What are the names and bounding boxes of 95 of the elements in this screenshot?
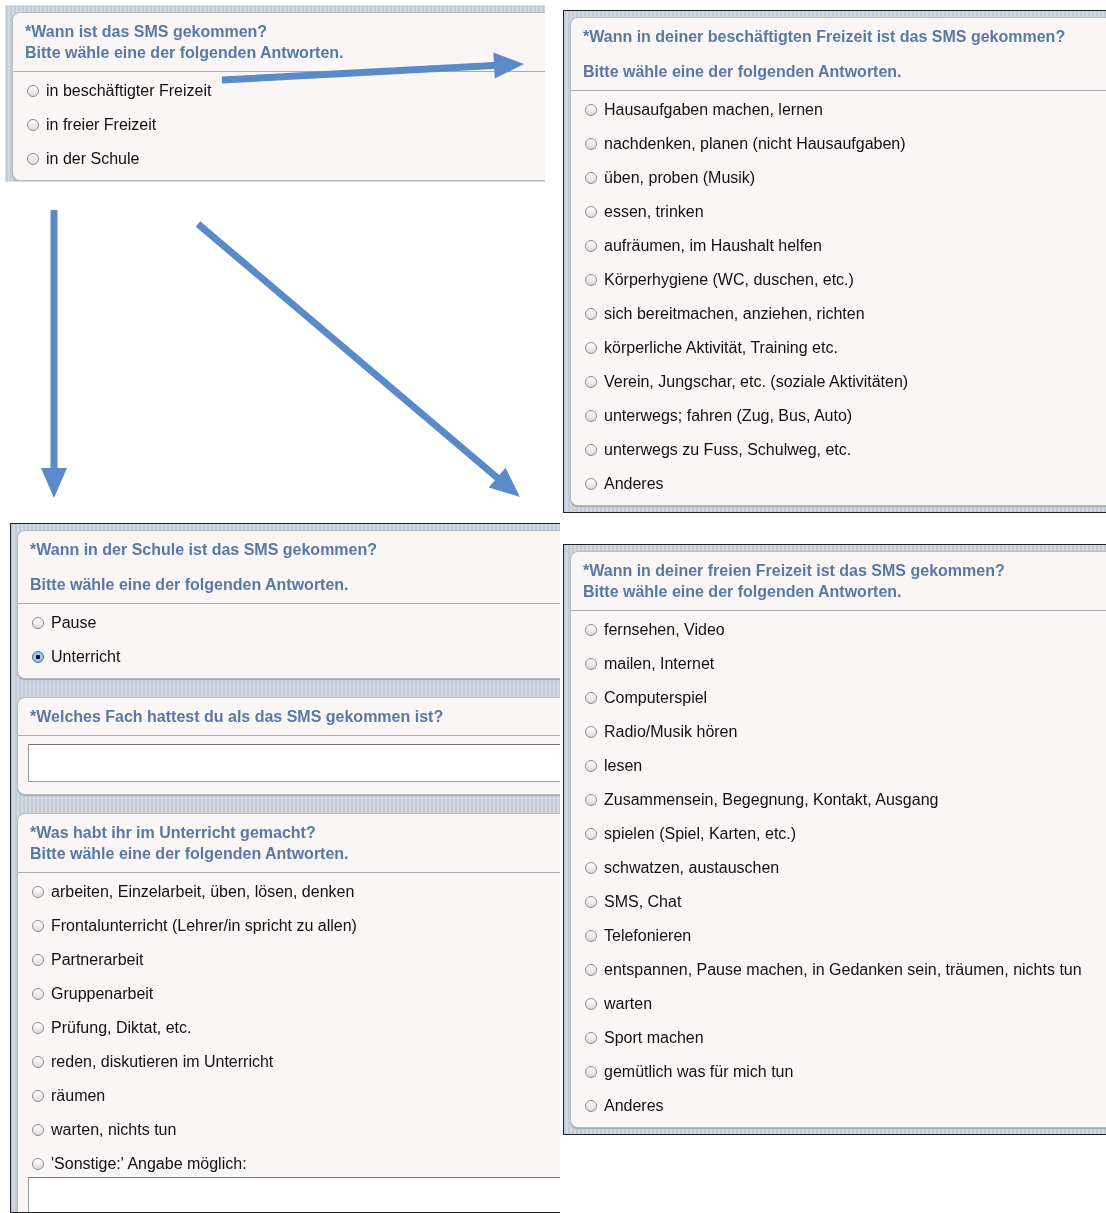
radio-button[interactable] [32, 1157, 44, 1170]
radio-button[interactable] [32, 1089, 44, 1102]
question-title: Bitte wähle eine der folgenden Antworten. [583, 62, 903, 82]
question-title: Bitte wähle eine der folgenden Antworten. [583, 582, 903, 602]
radio-button[interactable] [585, 274, 597, 286]
radio-button[interactable] [32, 616, 44, 629]
input-field[interactable] [28, 743, 560, 782]
radio-button[interactable] [585, 376, 597, 388]
option-label[interactable]: entspannen, Pause machen, in Gedanken sein, träumen, nichts tun [604, 961, 1082, 979]
option-label[interactable]: unterwegs; fahren (Zug, Bus, Auto) [604, 407, 853, 425]
option-label[interactable]: Computerspiel [604, 689, 708, 707]
option-label[interactable]: in der Schule [46, 150, 140, 168]
radio-button[interactable] [585, 998, 597, 1010]
radio-button[interactable] [585, 138, 597, 150]
radio-button[interactable] [585, 964, 597, 976]
option-label[interactable]: sich bereitmachen, anziehen, richten [604, 305, 865, 323]
radio-button[interactable] [585, 104, 597, 116]
option-label[interactable]: lesen [604, 757, 643, 775]
option-label[interactable]: in freier Freizeit [46, 116, 157, 134]
option-label[interactable]: arbeiten, Einzelarbeit, üben, lösen, denken [51, 882, 355, 901]
option-label[interactable]: Anderes [604, 1097, 664, 1115]
option-label[interactable]: Unterricht [51, 647, 121, 666]
radio-button[interactable] [585, 1032, 597, 1044]
option-label[interactable]: Partnerarbeit [51, 950, 144, 969]
question-title: *Wann in der Schule ist das SMS gekommen? [30, 539, 379, 560]
radio-button[interactable] [585, 828, 597, 840]
radio-button[interactable] [585, 444, 597, 456]
radio-button[interactable] [585, 308, 597, 320]
option-label[interactable]: SMS, Chat [604, 893, 682, 911]
radio-button[interactable] [585, 1066, 597, 1078]
radio-button[interactable] [585, 206, 597, 218]
option-label[interactable]: Körperhygiene (WC, duschen, etc.) [604, 271, 854, 289]
question-title: *Wann ist das SMS gekommen? [25, 22, 269, 42]
radio-button[interactable] [585, 760, 597, 772]
radio-button[interactable] [585, 658, 597, 670]
input-field[interactable] [28, 1176, 560, 1212]
radio-button[interactable] [585, 172, 597, 184]
question-title: *Was habt ihr im Unterricht gemacht? [30, 822, 317, 843]
option-label[interactable]: fernsehen, Video [604, 621, 725, 639]
radio-button[interactable] [32, 1123, 44, 1136]
option-label[interactable]: warten [604, 995, 653, 1013]
radio-button[interactable] [585, 240, 597, 252]
option-label[interactable]: gemütlich was für mich tun [604, 1063, 794, 1081]
question-title: Bitte wähle eine der folgenden Antworten. [30, 574, 350, 595]
option-label[interactable]: Sport machen [604, 1029, 704, 1047]
radio-button[interactable] [32, 650, 44, 663]
option-label[interactable]: Verein, Jungschar, etc. (soziale Aktivitäten) [604, 373, 909, 391]
question-title: Bitte wähle eine der folgenden Antworten. [30, 843, 350, 864]
question-title: *Wann in deiner freien Freizeit ist das SMS gekommen? [583, 561, 1006, 581]
radio-button[interactable] [32, 1055, 44, 1068]
option-label[interactable]: nachdenken, planen (nicht Hausaufgaben) [604, 135, 906, 153]
radio-button[interactable] [585, 794, 597, 806]
option-label[interactable]: in beschäftigter Freizeit [46, 82, 212, 100]
radio-button[interactable] [585, 478, 597, 490]
radio-button[interactable] [585, 624, 597, 636]
option-label[interactable]: Gruppenarbeit [51, 984, 154, 1003]
question-title: Bitte wähle eine der folgenden Antworten. [25, 43, 345, 63]
radio-button[interactable] [585, 410, 597, 422]
option-label[interactable]: reden, diskutieren im Unterricht [51, 1052, 274, 1071]
option-label[interactable]: unterwegs zu Fuss, Schulweg, etc. [604, 441, 852, 459]
option-label[interactable]: schwatzen, austauschen [604, 859, 780, 877]
option-label[interactable]: körperliche Aktivität, Training etc. [604, 339, 838, 357]
option-label[interactable]: essen, trinken [604, 203, 704, 221]
option-label[interactable]: spielen (Spiel, Karten, etc.) [604, 825, 797, 843]
option-label[interactable]: 'Sonstige:' Angabe möglich: [51, 1154, 247, 1173]
radio-button[interactable] [27, 85, 39, 97]
radio-button[interactable] [32, 885, 44, 898]
radio-button[interactable] [32, 953, 44, 966]
option-label[interactable]: Telefonieren [604, 927, 692, 945]
radio-button[interactable] [32, 987, 44, 1000]
radio-button[interactable] [32, 1021, 44, 1034]
radio-button[interactable] [585, 862, 597, 874]
option-label[interactable]: Hausaufgaben machen, lernen [604, 101, 823, 119]
option-label[interactable]: Prüfung, Diktat, etc. [51, 1018, 192, 1037]
option-label[interactable]: Zusammensein, Begegnung, Kontakt, Ausgang [604, 791, 939, 809]
option-label[interactable]: räumen [51, 1086, 106, 1105]
radio-button[interactable] [585, 692, 597, 704]
option-label[interactable]: mailen, Internet [604, 655, 715, 673]
radio-button[interactable] [32, 919, 44, 932]
option-label[interactable]: Anderes [604, 475, 664, 493]
option-label[interactable]: üben, proben (Musik) [604, 169, 756, 187]
option-label[interactable]: warten, nichts tun [51, 1120, 177, 1139]
option-label[interactable]: Frontalunterricht (Lehrer/in spricht zu allen) [51, 916, 357, 935]
option-label[interactable]: Radio/Musik hören [604, 723, 738, 741]
radio-button[interactable] [585, 1100, 597, 1112]
radio-button[interactable] [585, 726, 597, 738]
radio-button[interactable] [27, 153, 39, 165]
option-label[interactable]: aufräumen, im Haushalt helfen [604, 237, 822, 255]
option-label[interactable]: Pause [51, 613, 97, 632]
radio-button[interactable] [27, 119, 39, 131]
radio-button[interactable] [585, 342, 597, 354]
radio-button[interactable] [585, 896, 597, 908]
question-title: *Wann in deiner beschäftigten Freizeit ist das SMS gekommen? [583, 27, 1067, 47]
question-title: *Welches Fach hattest du als das SMS gekommen ist? [30, 706, 445, 727]
radio-button[interactable] [585, 930, 597, 942]
